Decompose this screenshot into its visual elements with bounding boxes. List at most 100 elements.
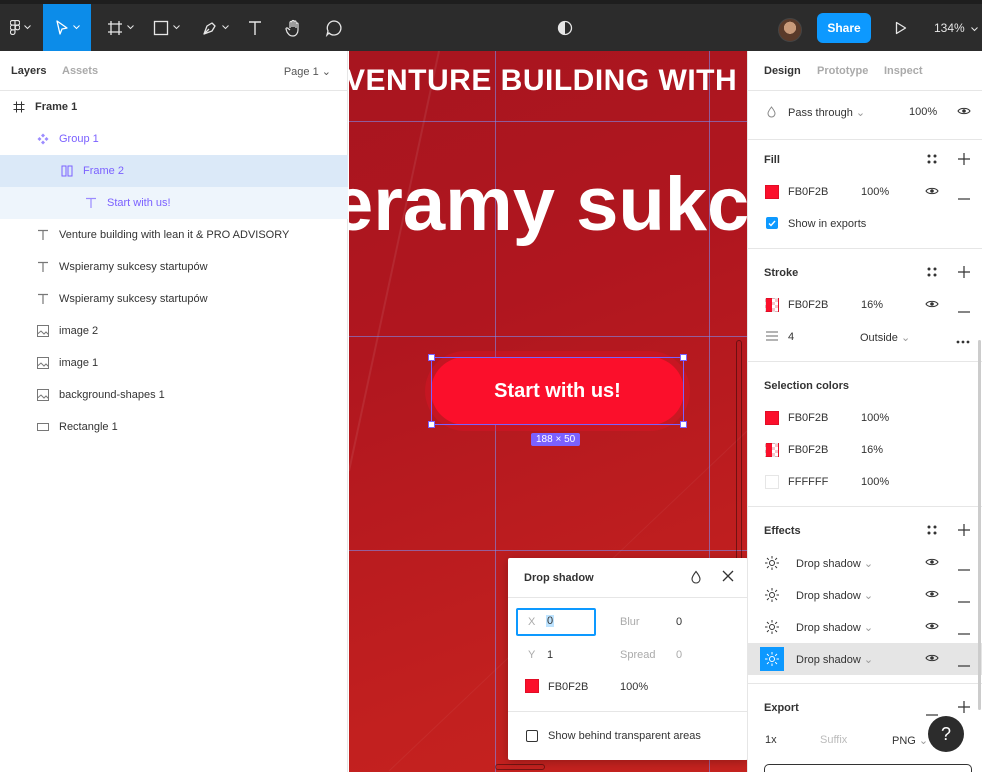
page-selector[interactable]: Page 1 ⌄ [284, 65, 331, 78]
wspieramy-heading[interactable]: eramy sukc [349, 161, 747, 248]
show-in-exports-checkbox[interactable] [766, 217, 778, 229]
styles-grid-icon[interactable] [927, 267, 937, 280]
remove-effect-icon[interactable] [958, 594, 970, 606]
stroke-color-swatch[interactable] [765, 298, 779, 312]
canvas-scrollbar-horizontal[interactable] [495, 764, 545, 770]
layer-venture-text[interactable]: Venture building with lean it & PRO ADVI… [0, 219, 348, 251]
selection-color-row[interactable]: FB0F2B 100% [748, 402, 982, 434]
layer-group-1[interactable]: Group 1 [0, 123, 348, 155]
present-button[interactable] [890, 4, 912, 51]
shadow-color-opacity[interactable]: 100% [620, 681, 648, 693]
remove-effect-icon[interactable] [958, 626, 970, 638]
tab-prototype[interactable]: Prototype [817, 65, 868, 77]
stroke-weight-input[interactable]: 4 [788, 331, 794, 343]
layer-background-shapes[interactable]: background-shapes 1 [0, 379, 348, 411]
eye-icon[interactable] [925, 298, 939, 313]
add-stroke-icon[interactable] [958, 266, 970, 281]
add-fill-icon[interactable] [958, 153, 970, 168]
export-suffix-input[interactable]: Suffix [820, 734, 847, 746]
layer-start-with-us[interactable]: Start with us! [0, 187, 348, 219]
selection-color-row[interactable]: FB0F2B 16% [748, 434, 982, 466]
tab-inspect[interactable]: Inspect [884, 65, 923, 77]
text-tool-button[interactable] [242, 4, 268, 51]
export-scale-select[interactable]: 1x [765, 734, 777, 746]
styles-grid-icon[interactable] [927, 154, 937, 167]
effect-row[interactable]: Drop shadow ⌄ [748, 579, 982, 611]
layer-rectangle-1[interactable]: Rectangle 1 [0, 411, 348, 443]
spread-input[interactable]: 0 [676, 649, 682, 661]
stroke-hex-input[interactable]: FB0F2B [788, 299, 828, 311]
effect-row-active[interactable]: Drop shadow ⌄ [748, 643, 982, 675]
effect-settings-icon[interactable] [764, 587, 780, 606]
selection-color-row[interactable]: FFFFFF 100% [748, 466, 982, 498]
layer-wspieramy-text[interactable]: Wspieramy sukcesy startupów [0, 283, 348, 315]
layer-opacity-input[interactable]: 100% [909, 106, 937, 118]
layer-image-2[interactable]: image 2 [0, 315, 348, 347]
resize-handle[interactable] [680, 354, 687, 361]
eye-icon[interactable] [925, 652, 939, 667]
shape-tool-button[interactable] [146, 4, 186, 51]
add-effect-icon[interactable] [958, 524, 970, 539]
eye-icon[interactable] [925, 620, 939, 635]
styles-grid-icon[interactable] [927, 525, 937, 538]
resize-handle[interactable] [680, 421, 687, 428]
layer-frame-1[interactable]: Frame 1 [0, 91, 348, 123]
tab-assets[interactable]: Assets [62, 65, 98, 77]
eye-icon[interactable] [957, 105, 971, 120]
venture-heading[interactable]: VENTURE BUILDING WITH LE [349, 64, 747, 98]
show-behind-checkbox[interactable] [526, 730, 538, 742]
eye-icon[interactable] [925, 556, 939, 571]
effect-type-select[interactable]: Drop shadow ⌄ [796, 557, 873, 570]
main-menu-button[interactable] [0, 4, 40, 51]
fill-opacity-input[interactable]: 100% [861, 186, 889, 198]
fill-hex-input[interactable]: FB0F2B [788, 186, 828, 198]
shadow-color-hex[interactable]: FB0F2B [548, 681, 588, 693]
effect-settings-icon[interactable] [760, 647, 784, 671]
effect-type-select[interactable]: Drop shadow ⌄ [796, 589, 873, 602]
tab-layers[interactable]: Layers [11, 65, 46, 77]
canvas-scrollbar-vertical[interactable] [736, 340, 742, 570]
stroke-opacity-input[interactable]: 16% [861, 299, 883, 311]
add-export-icon[interactable] [958, 701, 970, 716]
effect-type-select[interactable]: Drop shadow ⌄ [796, 653, 873, 666]
more-options-icon[interactable] [956, 335, 970, 347]
blend-mode-icon[interactable] [690, 570, 702, 587]
tab-design[interactable]: Design [764, 65, 801, 77]
blend-mode-select[interactable]: Pass through ⌄ [788, 106, 865, 119]
effect-row[interactable]: Drop shadow ⌄ [748, 547, 982, 579]
move-tool-button[interactable] [43, 4, 91, 51]
selection-color-swatch[interactable] [765, 411, 779, 425]
export-button[interactable] [764, 764, 972, 772]
effect-settings-icon[interactable] [764, 619, 780, 638]
effect-row[interactable]: Drop shadow ⌄ [748, 611, 982, 643]
effect-settings-icon[interactable] [764, 555, 780, 574]
zoom-menu[interactable]: 134% [934, 4, 978, 51]
eye-icon[interactable] [925, 588, 939, 603]
panel-scrollbar[interactable] [978, 340, 981, 710]
avatar[interactable] [778, 18, 802, 42]
shadow-color-swatch[interactable] [525, 679, 539, 693]
resize-handle[interactable] [428, 421, 435, 428]
remove-export-icon[interactable] [926, 707, 938, 719]
layer-wspieramy-text[interactable]: Wspieramy sukcesy startupów [0, 251, 348, 283]
blur-input[interactable]: 0 [676, 616, 682, 628]
selection-color-swatch[interactable] [765, 443, 779, 457]
theme-toggle-button[interactable] [553, 4, 577, 51]
export-format-select[interactable]: PNG ⌄ [892, 734, 928, 747]
shadow-y-input[interactable]: 1 [547, 649, 553, 661]
remove-effect-icon[interactable] [958, 658, 970, 670]
show-behind-row[interactable]: Show behind transparent areas [508, 720, 748, 752]
remove-fill-icon[interactable] [958, 191, 970, 203]
fill-color-swatch[interactable] [765, 185, 779, 199]
layer-frame-2[interactable]: Frame 2 [0, 155, 348, 187]
stroke-position-select[interactable]: Outside ⌄ [860, 331, 910, 344]
frame-tool-button[interactable] [100, 4, 140, 51]
pen-tool-button[interactable] [195, 4, 235, 51]
remove-effect-icon[interactable] [958, 562, 970, 574]
selection-color-swatch[interactable] [765, 475, 779, 489]
share-button[interactable]: Share [817, 13, 871, 43]
effect-type-select[interactable]: Drop shadow ⌄ [796, 621, 873, 634]
shadow-x-input[interactable]: X 0 [516, 608, 596, 636]
remove-stroke-icon[interactable] [958, 304, 970, 316]
resize-handle[interactable] [428, 354, 435, 361]
